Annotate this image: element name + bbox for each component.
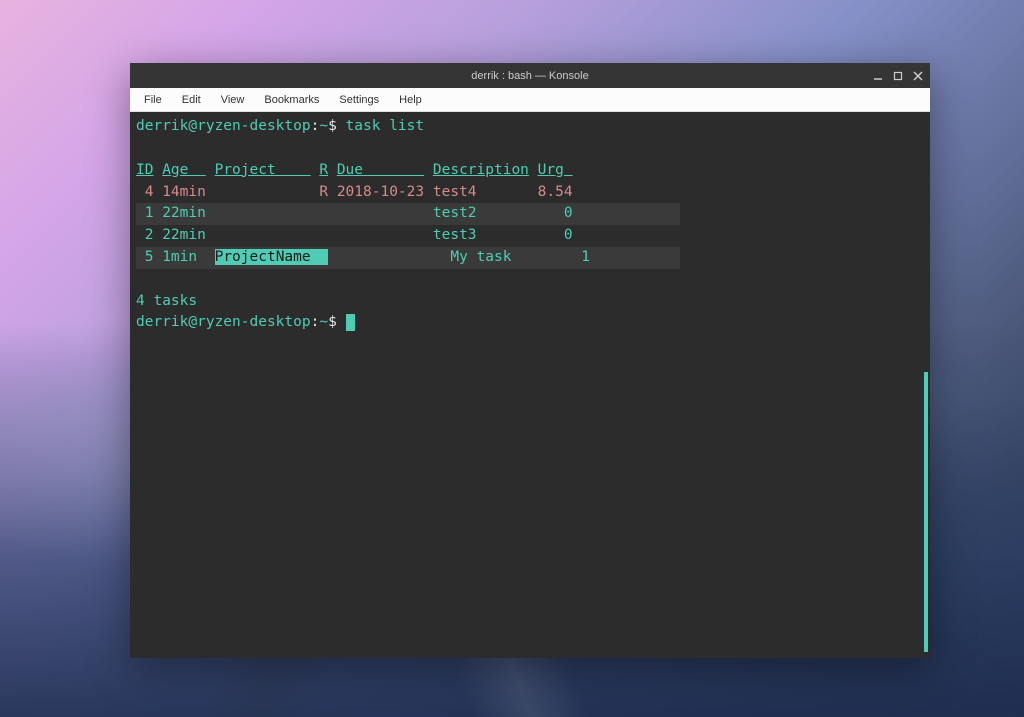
close-icon xyxy=(913,71,923,81)
menu-edit[interactable]: Edit xyxy=(172,91,211,109)
close-button[interactable] xyxy=(910,68,926,84)
menu-help[interactable]: Help xyxy=(389,91,432,109)
table-header-row: ID Age Project R Due Description Urg xyxy=(136,160,924,182)
cell-r xyxy=(319,205,328,221)
prompt-user: derrik@ryzen-desktop xyxy=(136,118,311,134)
cell-id: 5 xyxy=(136,249,153,265)
cell-id: 2 xyxy=(136,227,153,243)
cell-description: test4 xyxy=(433,184,529,200)
minimize-button[interactable] xyxy=(870,68,886,84)
cell-description: test2 xyxy=(433,205,529,221)
window-title: derrik : bash — Konsole xyxy=(471,70,588,82)
cell-project xyxy=(215,184,311,200)
cell-age: 22min xyxy=(162,205,206,221)
cell-r: R xyxy=(319,184,328,200)
prompt-path: ~ xyxy=(319,118,328,134)
maximize-icon xyxy=(893,71,903,81)
table-row: 2 22min test3 0 xyxy=(136,225,924,247)
menu-settings[interactable]: Settings xyxy=(329,91,389,109)
command-text: task list xyxy=(346,118,425,134)
cell-due: 2018-10-23 xyxy=(337,184,424,200)
prompt-line-1: derrik@ryzen-desktop:~$ task list xyxy=(136,116,924,138)
cell-due xyxy=(337,227,424,243)
header-r: R xyxy=(319,162,328,178)
cell-id: 1 xyxy=(136,205,153,221)
summary-line: 4 tasks xyxy=(136,291,924,313)
cell-urg: 0 xyxy=(538,205,573,221)
cell-project: ProjectName xyxy=(215,249,329,265)
prompt-user: derrik@ryzen-desktop xyxy=(136,314,311,330)
header-id: ID xyxy=(136,162,153,178)
table-row: 1 22min test2 0 xyxy=(136,203,924,225)
maximize-button[interactable] xyxy=(890,68,906,84)
minimize-icon xyxy=(873,71,883,81)
prompt-line-2: derrik@ryzen-desktop:~$ xyxy=(136,312,924,334)
blank-line xyxy=(136,138,924,160)
cell-due xyxy=(337,205,424,221)
header-age: Age xyxy=(162,162,206,178)
table-row: 4 14min R 2018-10-23 test4 8.54 xyxy=(136,182,924,204)
table-row: 5 1min ProjectName My task 1 xyxy=(136,247,924,269)
cell-id: 4 xyxy=(136,184,153,200)
header-urg: Urg xyxy=(538,162,573,178)
window-controls xyxy=(870,63,926,88)
cell-r xyxy=(337,249,346,265)
menu-bookmarks[interactable]: Bookmarks xyxy=(254,91,329,109)
cell-description: My task xyxy=(450,249,546,265)
cell-urg: 1 xyxy=(555,249,590,265)
prompt-symbol: $ xyxy=(328,118,337,134)
cell-age: 14min xyxy=(162,184,206,200)
header-due: Due xyxy=(337,162,424,178)
titlebar[interactable]: derrik : bash — Konsole xyxy=(130,63,930,88)
cell-urg: 0 xyxy=(538,227,573,243)
blank-line xyxy=(136,269,924,291)
prompt-path: ~ xyxy=(319,314,328,330)
menubar: File Edit View Bookmarks Settings Help xyxy=(130,88,930,112)
cell-project xyxy=(215,205,311,221)
konsole-window: derrik : bash — Konsole File Edit View B… xyxy=(130,63,930,658)
cell-due xyxy=(354,249,441,265)
cursor xyxy=(346,314,355,331)
menu-file[interactable]: File xyxy=(134,91,172,109)
prompt-symbol: $ xyxy=(328,314,337,330)
header-description: Description xyxy=(433,162,529,178)
cell-age: 1min xyxy=(162,249,206,265)
menu-view[interactable]: View xyxy=(211,91,255,109)
cell-r xyxy=(319,227,328,243)
cell-project xyxy=(215,227,311,243)
scrollbar[interactable] xyxy=(924,372,928,652)
terminal-area[interactable]: derrik@ryzen-desktop:~$ task list ID Age… xyxy=(130,112,930,658)
header-project: Project xyxy=(215,162,311,178)
cell-age: 22min xyxy=(162,227,206,243)
cell-description: test3 xyxy=(433,227,529,243)
cell-urg: 8.54 xyxy=(538,184,573,200)
